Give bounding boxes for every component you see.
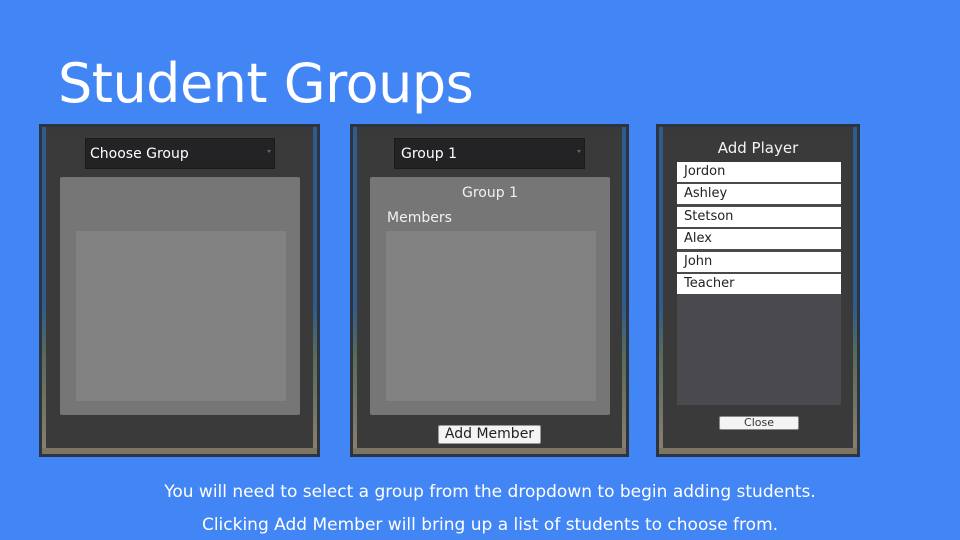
scene-floor — [353, 448, 626, 454]
scene-floor — [659, 448, 857, 454]
player-list-item[interactable]: Stetson — [677, 206, 841, 227]
slide-title: Student Groups — [58, 52, 474, 115]
add-player-screenshot: Add Player Jordon Ashley Stetson Alex John Te… — [656, 124, 860, 457]
scene-floor — [42, 448, 317, 454]
group-dropdown[interactable]: Choose Group — [85, 138, 275, 169]
player-list-item[interactable]: Teacher — [677, 274, 841, 294]
members-list[interactable] — [386, 231, 596, 401]
group-dropdown-value: Choose Group — [90, 146, 189, 162]
group-detail-screenshot: Group 1 Group 1 Members Add Member — [350, 124, 629, 457]
members-label: Members — [387, 210, 452, 226]
player-list-item[interactable]: John — [677, 251, 841, 272]
dropdown-arrow-icon — [577, 150, 581, 153]
caption-line-2: Clicking Add Member will bring up a list… — [201, 515, 779, 535]
player-list-item[interactable]: Ashley — [677, 184, 841, 205]
group-dropdown[interactable]: Group 1 — [394, 138, 585, 169]
choose-group-screenshot: Choose Group — [39, 124, 320, 457]
members-list[interactable] — [76, 231, 286, 401]
scene-edge-right — [853, 127, 857, 454]
group-name: Group 1 — [462, 185, 518, 201]
close-button[interactable]: Close — [719, 416, 799, 430]
caption-line-1: You will need to select a group from the… — [164, 482, 816, 502]
player-list-item[interactable]: Alex — [677, 229, 841, 250]
dropdown-arrow-icon — [267, 150, 271, 153]
group-dropdown-value: Group 1 — [401, 146, 457, 162]
scene-edge-right — [622, 127, 626, 454]
scene-edge-right — [313, 127, 317, 454]
add-player-title: Add Player — [717, 139, 799, 157]
player-list-item[interactable]: Jordon — [677, 162, 841, 182]
add-member-button[interactable]: Add Member — [438, 425, 541, 444]
player-list: Jordon Ashley Stetson Alex John Teacher — [677, 162, 841, 405]
